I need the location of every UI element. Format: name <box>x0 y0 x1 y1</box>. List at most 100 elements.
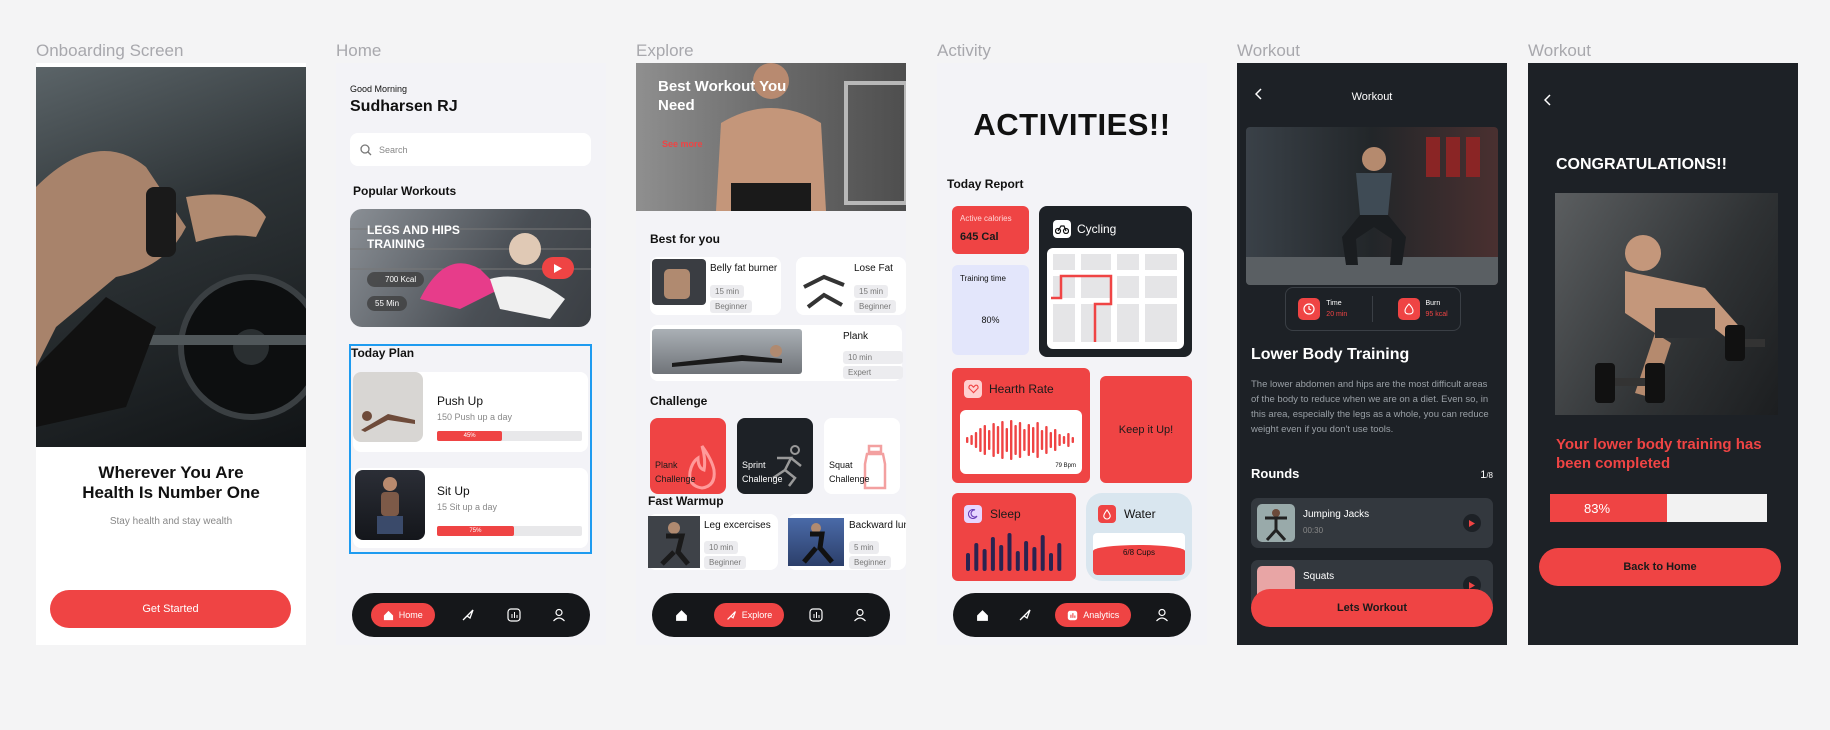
plan-progress-track: 75% <box>437 526 582 536</box>
keep-it-up-card[interactable]: Keep it Up! <box>1100 376 1192 483</box>
heart-rate-card[interactable]: Hearth Rate 79 Bpm <box>952 368 1090 483</box>
challenge-sprint[interactable]: Sprint Challenge <box>737 418 813 494</box>
waveform-bar <box>1014 425 1017 455</box>
challenge-line-2: Challenge <box>742 474 783 484</box>
warmup-title: Fast Warmup <box>648 494 724 508</box>
congrats-progress-fill: 83% <box>1550 494 1668 522</box>
sleep-bar <box>966 553 970 571</box>
round-play-button[interactable] <box>1463 514 1481 532</box>
lets-workout-button[interactable]: Lets Workout <box>1251 589 1493 627</box>
best-card-plank[interactable]: Plank 10 min Expert <box>650 325 903 381</box>
plan-progress-track: 45% <box>437 431 582 441</box>
training-card[interactable]: Training time 80% <box>952 265 1029 355</box>
calories-card[interactable]: Active calories 645 Cal <box>952 206 1029 254</box>
waveform-bar <box>1045 426 1048 454</box>
waveform-bar <box>1001 421 1004 459</box>
cycling-card[interactable]: Cycling <box>1039 206 1192 357</box>
water-card[interactable]: Water 6/8 Cups <box>1086 493 1192 581</box>
chart-icon <box>809 608 823 622</box>
challenge-plank[interactable]: Plank Challenge <box>650 418 726 494</box>
user-name: Sudharsen RJ <box>350 98 458 115</box>
back-button[interactable] <box>1543 93 1552 111</box>
get-started-button[interactable]: Get Started <box>50 590 291 628</box>
today-plan-title: Today Plan <box>351 346 415 360</box>
nav-explore[interactable] <box>1013 603 1037 627</box>
nav-profile[interactable] <box>547 603 571 627</box>
warmup-title-1: Backward lunge <box>849 520 906 531</box>
warmup-card-leg[interactable]: Leg excercises 10 min Beginner <box>648 514 778 570</box>
frame-label-activity: Activity <box>937 41 991 60</box>
home-screen: Good Morning Sudharsen RJ Search Popular… <box>336 63 606 645</box>
sleep-label: Sleep <box>990 507 1021 521</box>
nav-home[interactable] <box>670 603 694 627</box>
waveform-bar <box>992 423 995 457</box>
frame-label-workout-2: Workout <box>1528 41 1591 60</box>
congrats-progress-track: 83% <box>1550 494 1767 522</box>
explore-hero-title-1: Best Workout You <box>658 78 787 95</box>
water-value: 6/8 Cups <box>1122 548 1156 557</box>
activity-title: ACTIVITIES!! <box>973 107 1171 142</box>
search-input[interactable]: Search <box>350 133 591 166</box>
explore-screen: Best Workout You Need See more Best for … <box>636 63 906 645</box>
warmup-card-lunge[interactable]: Backward lunge 5 min Beginner <box>788 514 906 570</box>
frame-label-onboarding: Onboarding Screen <box>36 41 184 60</box>
sleep-bar <box>1040 535 1045 571</box>
challenge-line-2: Challenge <box>655 474 696 484</box>
nav-home[interactable] <box>970 603 994 627</box>
round-row-jumping-jacks[interactable]: Jumping Jacks 00:30 <box>1251 498 1493 548</box>
onboarding-headline-1: Wherever You Are <box>98 463 244 482</box>
home-icon <box>676 609 688 621</box>
sleep-bar <box>990 537 995 571</box>
nav-explore-label: Explore <box>741 610 773 620</box>
waveform-bar <box>974 432 978 448</box>
waveform-bar <box>988 430 991 450</box>
plan-card-sit-up[interactable]: Sit Up 15 Sit up a day 75% <box>353 468 588 548</box>
bpm-value: 79 Bpm <box>1055 463 1076 469</box>
nav-explore[interactable] <box>456 603 480 627</box>
nav-analytics[interactable]: Analytics <box>1055 603 1132 627</box>
lunge-image <box>788 518 844 566</box>
bottom-nav: Home <box>352 593 590 637</box>
water-label: Water <box>1124 507 1156 521</box>
nav-profile[interactable] <box>848 603 872 627</box>
round-time: 00:30 <box>1303 526 1324 535</box>
congrats-screen: CONGRATULATIONS!! Your lower body traini… <box>1528 63 1798 645</box>
waveform-bar <box>996 426 1000 454</box>
rocket-icon <box>1019 609 1031 621</box>
heart-icon <box>964 380 982 398</box>
challenge-line-1: Sprint <box>742 460 766 470</box>
back-to-home-button[interactable]: Back to Home <box>1539 548 1781 586</box>
congrats-image <box>1555 193 1778 415</box>
sleep-bars <box>966 533 1062 571</box>
nav-analytics[interactable] <box>804 603 828 627</box>
sleep-bar <box>1024 541 1029 571</box>
congrats-message-1: Your lower body training has <box>1556 436 1762 453</box>
plan-title: Push Up <box>437 394 484 408</box>
sleep-bar <box>999 545 1004 571</box>
play-icon <box>554 263 562 273</box>
round-title: Squats <box>1303 571 1335 582</box>
popular-card-title-2: TRAINING <box>367 237 425 251</box>
duration-badge: 55 Min <box>367 296 408 311</box>
see-more-link[interactable]: See more <box>662 139 703 149</box>
plan-card-push-up[interactable]: Push Up 150 Push up a day 45% <box>353 372 588 452</box>
challenge-squat[interactable]: Squat Challenge <box>824 418 900 494</box>
nav-analytics[interactable] <box>502 603 526 627</box>
waveform-bar <box>1027 424 1030 456</box>
rocket-icon <box>726 610 736 620</box>
play-icon <box>1469 581 1475 589</box>
nav-profile[interactable] <box>1150 603 1174 627</box>
nav-explore[interactable]: Explore <box>713 603 785 627</box>
play-button[interactable] <box>542 257 574 279</box>
waveform-bar <box>1023 429 1026 451</box>
sleep-card[interactable]: Sleep <box>952 493 1076 581</box>
bottom-nav: Explore <box>652 593 890 637</box>
nav-home[interactable]: Home <box>370 603 435 627</box>
waveform-bar <box>1032 427 1035 453</box>
waveform-bar <box>979 428 982 452</box>
best-card-belly[interactable]: Belly fat burner 15 min Beginner <box>650 257 781 315</box>
popular-workout-card[interactable]: LEGS AND HIPS TRAINING 700 Kcal 55 Min <box>350 209 591 327</box>
onboarding-screen: Wherever You Are Health Is Number One St… <box>36 63 306 645</box>
rounds-total: /8 <box>1486 471 1493 480</box>
best-card-lose-fat[interactable]: Lose Fat 15 min Beginner <box>796 257 906 315</box>
